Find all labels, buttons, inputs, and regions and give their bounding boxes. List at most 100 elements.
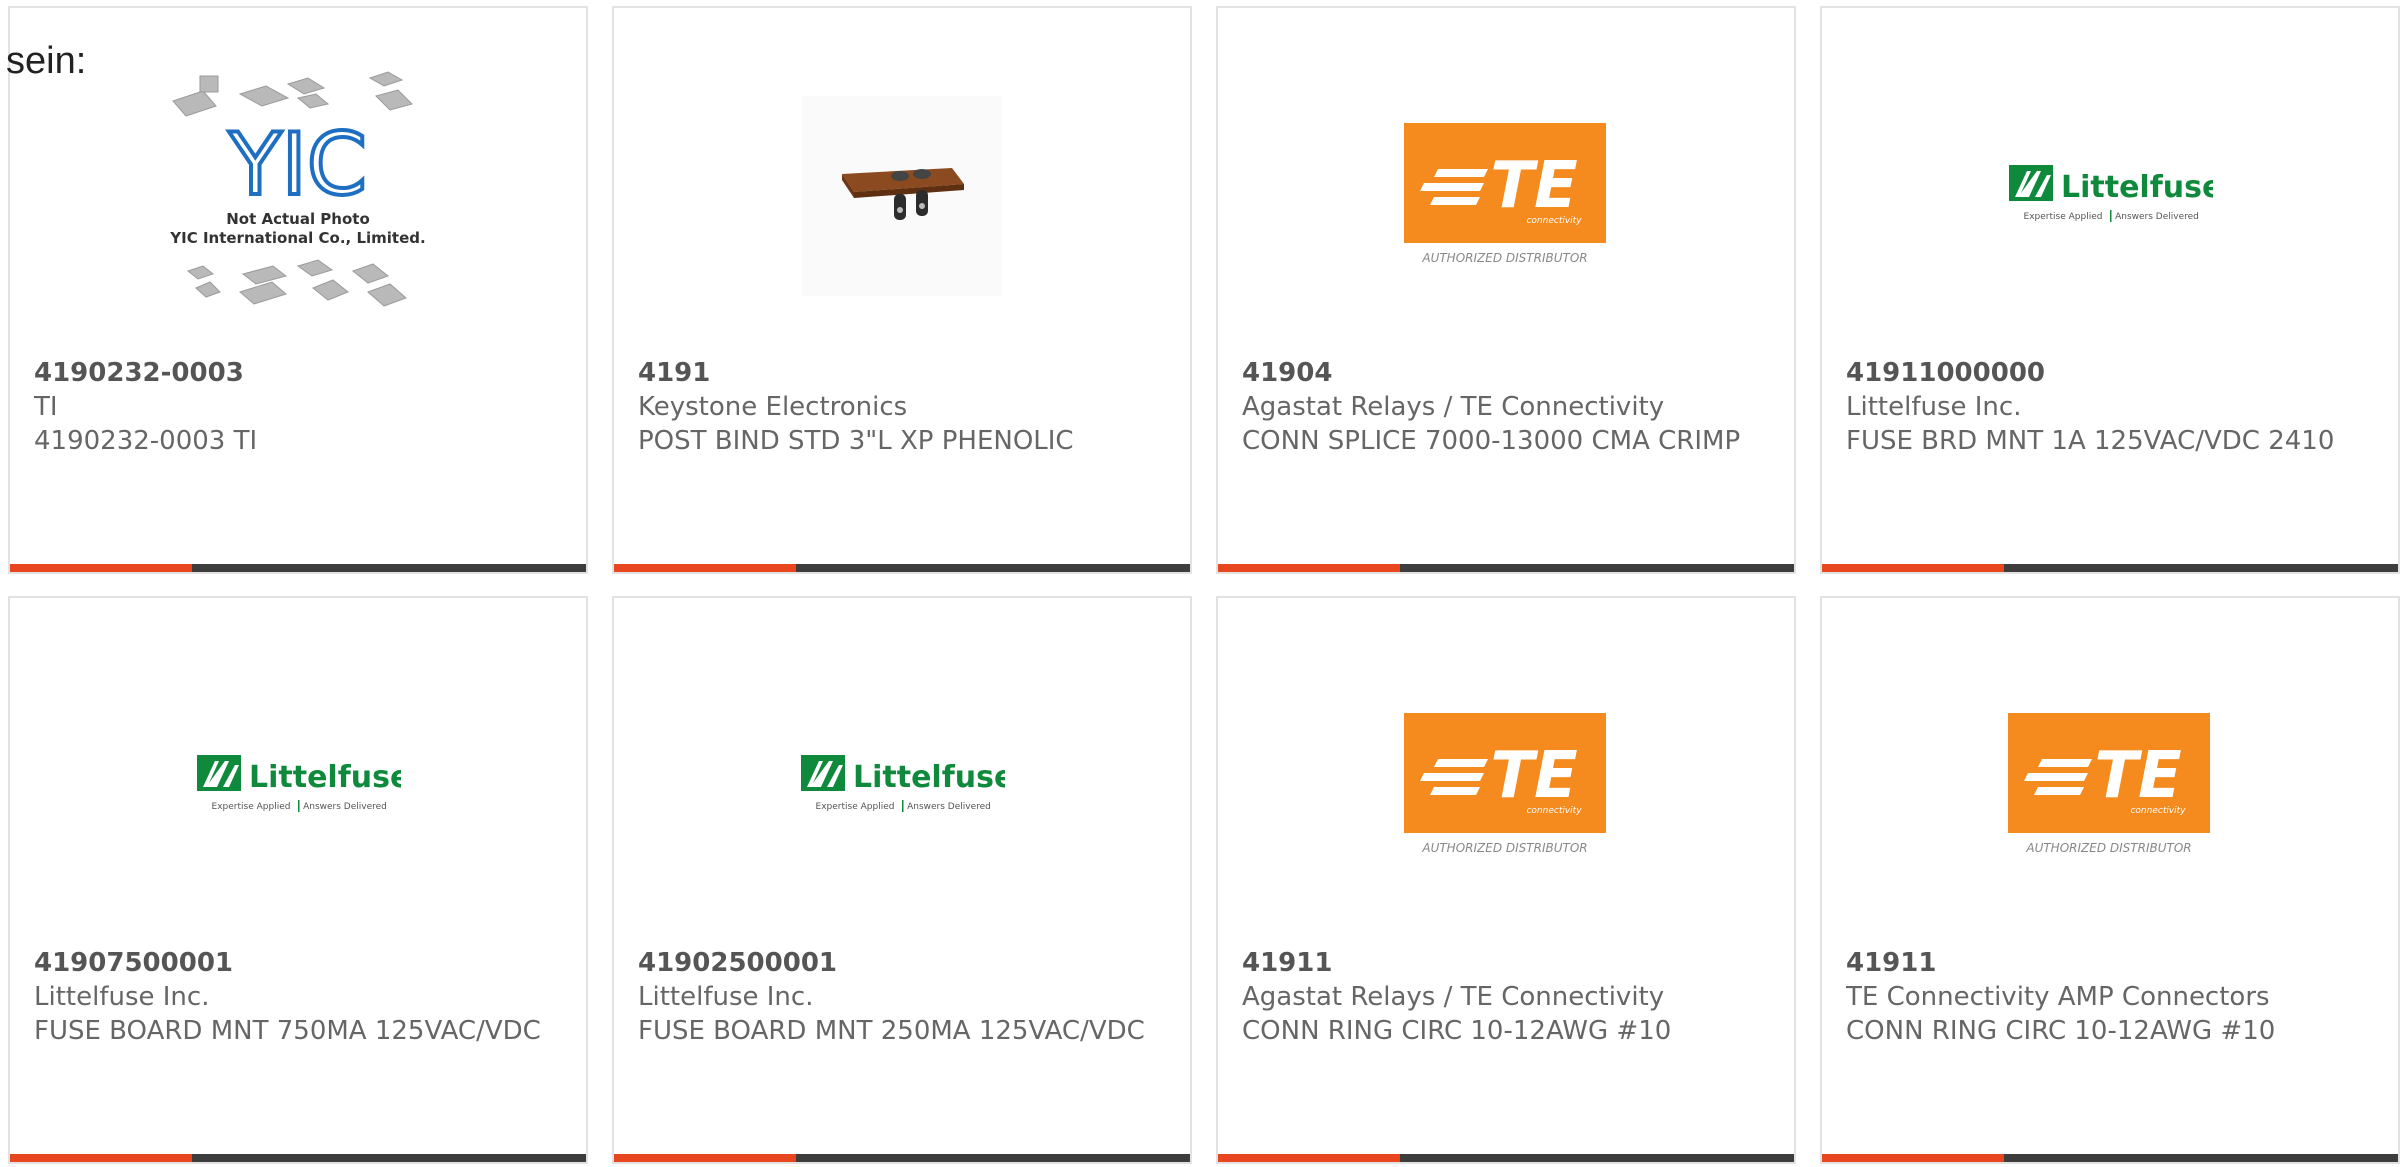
- littelfuse-logo: Littelfuse Expertise Applied Answers Deliv…: [195, 751, 410, 825]
- product-description: FUSE BOARD MNT 250MA 125VAC/VDC: [638, 1016, 1145, 1046]
- svg-text:YIC: YIC: [228, 115, 367, 215]
- card-footer-bar: [1218, 564, 1794, 572]
- card-footer-accent: [614, 1154, 796, 1162]
- manufacturer-name: Keystone Electronics: [638, 392, 908, 422]
- svg-text:Littelfuse: Littelfuse: [2061, 170, 2213, 205]
- svg-text:Answers Delivered: Answers Delivered: [2115, 212, 2199, 222]
- svg-text:AUTHORIZED DISTRIBUTOR: AUTHORIZED DISTRIBUTOR: [1421, 251, 1587, 265]
- product-card[interactable]: TE connectivity AUTHORIZED DISTRIBUTOR 4191…: [1216, 596, 1796, 1164]
- product-card[interactable]: 4191 Keystone Electronics POST BIND STD 3"…: [612, 6, 1192, 574]
- svg-text:Expertise Applied: Expertise Applied: [212, 802, 291, 812]
- product-info: 41904 Agastat Relays / TE Connectivity CON…: [1242, 356, 1778, 458]
- part-number-link[interactable]: 41911: [1242, 946, 1778, 980]
- svg-text:connectivity: connectivity: [1526, 806, 1582, 816]
- te-connectivity-logo: TE connectivity AUTHORIZED DISTRIBUTOR: [2008, 713, 2212, 863]
- part-number-link[interactable]: 41902500001: [638, 946, 1174, 980]
- product-card[interactable]: Littelfuse Expertise Applied Answers Deliv…: [612, 596, 1192, 1164]
- product-card[interactable]: TE connectivity AUTHORIZED DISTRIBUTOR 4190…: [1216, 6, 1796, 574]
- yic-placeholder-logo: YIC Not Actual Photo YIC International Co.…: [148, 66, 448, 330]
- card-footer-accent: [1218, 564, 1400, 572]
- product-description: FUSE BRD MNT 1A 125VAC/VDC 2410: [1846, 426, 2335, 456]
- product-info: 4190232-0003 TI 4190232-0003 TI: [34, 356, 570, 458]
- card-footer-accent: [614, 564, 796, 572]
- littelfuse-logo: Littelfuse Expertise Applied Answers Deliv…: [2007, 161, 2222, 235]
- svg-text:connectivity: connectivity: [1526, 216, 1582, 226]
- card-footer-accent: [10, 1154, 192, 1162]
- card-footer-rest: [192, 564, 586, 572]
- product-description: CONN RING CIRC 10-12AWG #10: [1242, 1016, 1672, 1046]
- te-connectivity-logo: TE connectivity AUTHORIZED DISTRIBUTOR: [1404, 123, 1608, 273]
- product-info: 41911 Agastat Relays / TE Connectivity CON…: [1242, 946, 1778, 1048]
- card-footer-accent: [1822, 1154, 2004, 1162]
- card-footer-bar: [10, 564, 586, 572]
- littelfuse-logo: Littelfuse Expertise Applied Answers Deliv…: [799, 751, 1014, 825]
- card-footer-rest: [2004, 564, 2398, 572]
- card-footer-bar: [1822, 564, 2398, 572]
- product-image[interactable]: Littelfuse Expertise Applied Answers Deliv…: [10, 638, 586, 938]
- product-card[interactable]: YIC Not Actual Photo YIC International Co.…: [8, 6, 588, 574]
- card-footer-accent: [10, 564, 192, 572]
- part-number-link[interactable]: 4191: [638, 356, 1174, 390]
- card-footer-rest: [796, 564, 1190, 572]
- card-footer-rest: [2004, 1154, 2398, 1162]
- manufacturer-name: Littelfuse Inc.: [34, 982, 210, 1012]
- part-number-link[interactable]: 41904: [1242, 356, 1778, 390]
- product-image[interactable]: YIC Not Actual Photo YIC International Co.…: [10, 48, 586, 348]
- product-card[interactable]: Littelfuse Expertise Applied Answers Deliv…: [8, 596, 588, 1164]
- svg-text:AUTHORIZED DISTRIBUTOR: AUTHORIZED DISTRIBUTOR: [1421, 841, 1587, 855]
- product-info: 41902500001 Littelfuse Inc. FUSE BOARD MNT…: [638, 946, 1174, 1048]
- product-info: 4191 Keystone Electronics POST BIND STD 3"…: [638, 356, 1174, 458]
- product-description: CONN SPLICE 7000-13000 CMA CRIMP: [1242, 426, 1741, 456]
- svg-text:AUTHORIZED DISTRIBUTOR: AUTHORIZED DISTRIBUTOR: [2025, 841, 2191, 855]
- product-info: 41911000000 Littelfuse Inc. FUSE BRD MNT 1…: [1846, 356, 2382, 458]
- product-image[interactable]: Littelfuse Expertise Applied Answers Deliv…: [1822, 48, 2398, 348]
- product-image[interactable]: Littelfuse Expertise Applied Answers Deliv…: [614, 638, 1190, 938]
- product-card[interactable]: Littelfuse Expertise Applied Answers Deliv…: [1820, 6, 2400, 574]
- svg-text:Littelfuse: Littelfuse: [249, 760, 401, 795]
- product-image[interactable]: TE connectivity AUTHORIZED DISTRIBUTOR: [1822, 638, 2398, 938]
- product-image[interactable]: TE connectivity AUTHORIZED DISTRIBUTOR: [1218, 638, 1794, 938]
- product-image[interactable]: [614, 48, 1190, 348]
- manufacturer-name: Littelfuse Inc.: [1846, 392, 2022, 422]
- svg-text:TE: TE: [1490, 149, 1577, 223]
- svg-text:Expertise Applied: Expertise Applied: [2024, 212, 2103, 222]
- card-footer-bar: [1218, 1154, 1794, 1162]
- product-description: POST BIND STD 3"L XP PHENOLIC: [638, 426, 1074, 456]
- card-footer-rest: [192, 1154, 586, 1162]
- part-number-link[interactable]: 4190232-0003: [34, 356, 570, 390]
- card-footer-bar: [10, 1154, 586, 1162]
- part-number-link[interactable]: 41911000000: [1846, 356, 2382, 390]
- manufacturer-name: TE Connectivity AMP Connectors: [1846, 982, 2270, 1012]
- manufacturer-name: Littelfuse Inc.: [638, 982, 814, 1012]
- card-footer-bar: [614, 564, 1190, 572]
- product-description: 4190232-0003 TI: [34, 426, 258, 456]
- part-number-link[interactable]: 41911: [1846, 946, 2382, 980]
- binding-post-photo: [802, 96, 1002, 300]
- manufacturer-name: Agastat Relays / TE Connectivity: [1242, 982, 1665, 1012]
- card-footer-accent: [1218, 1154, 1400, 1162]
- te-connectivity-logo: TE connectivity AUTHORIZED DISTRIBUTOR: [1404, 713, 1608, 863]
- product-image[interactable]: TE connectivity AUTHORIZED DISTRIBUTOR: [1218, 48, 1794, 348]
- manufacturer-name: Agastat Relays / TE Connectivity: [1242, 392, 1665, 422]
- card-footer-rest: [1400, 564, 1794, 572]
- svg-text:TE: TE: [2094, 739, 2181, 813]
- card-footer-bar: [1822, 1154, 2398, 1162]
- svg-text:YIC International Co., Limited: YIC International Co., Limited.: [169, 229, 425, 247]
- card-footer-bar: [614, 1154, 1190, 1162]
- product-description: CONN RING CIRC 10-12AWG #10: [1846, 1016, 2276, 1046]
- product-info: 41907500001 Littelfuse Inc. FUSE BOARD MNT…: [34, 946, 570, 1048]
- svg-text:Littelfuse: Littelfuse: [853, 760, 1005, 795]
- card-footer-accent: [1822, 564, 2004, 572]
- manufacturer-name: TI: [34, 392, 58, 422]
- product-card[interactable]: TE connectivity AUTHORIZED DISTRIBUTOR 4191…: [1820, 596, 2400, 1164]
- svg-text:connectivity: connectivity: [2130, 806, 2186, 816]
- svg-text:Answers Delivered: Answers Delivered: [303, 802, 387, 812]
- card-footer-rest: [796, 1154, 1190, 1162]
- svg-text:Not Actual Photo: Not Actual Photo: [226, 210, 370, 228]
- svg-text:Expertise Applied: Expertise Applied: [816, 802, 895, 812]
- product-description: FUSE BOARD MNT 750MA 125VAC/VDC: [34, 1016, 541, 1046]
- section-heading: sein:: [6, 40, 87, 82]
- product-info: 41911 TE Connectivity AMP Connectors CONN …: [1846, 946, 2382, 1048]
- part-number-link[interactable]: 41907500001: [34, 946, 570, 980]
- svg-text:Answers Delivered: Answers Delivered: [907, 802, 991, 812]
